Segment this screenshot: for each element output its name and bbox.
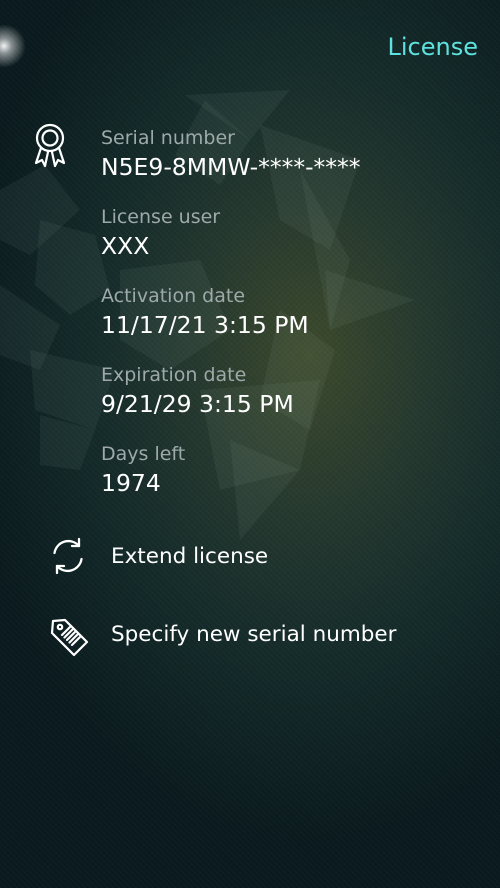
license-user-value: XXX	[101, 232, 150, 260]
activation-date-label: Activation date	[101, 285, 246, 307]
days-left-label: Days left	[101, 443, 186, 465]
light-flare	[0, 24, 26, 68]
activation-date-field: Activation date 11/17/21 3:15 PM	[101, 284, 361, 363]
activation-date-value: 11/17/21 3:15 PM	[101, 311, 309, 339]
page-title: License	[387, 33, 478, 61]
days-left-field: Days left 1974	[101, 442, 361, 521]
serial-number-label: Serial number	[101, 127, 235, 149]
specify-serial-label: Specify new serial number	[111, 621, 397, 647]
expiration-date-field: Expiration date 9/21/29 3:15 PM	[101, 363, 361, 442]
license-details: Serial number N5E9-8MMW-****-**** Licens…	[101, 126, 361, 521]
refresh-icon	[46, 534, 100, 578]
license-user-field: License user XXX	[101, 205, 361, 284]
extend-license-label: Extend license	[111, 543, 269, 569]
license-user-label: License user	[101, 206, 221, 228]
award-ribbon-icon	[34, 123, 66, 168]
days-left-value: 1974	[101, 469, 161, 497]
specify-serial-button[interactable]: Specify new serial number	[46, 606, 466, 662]
expiration-date-value: 9/21/29 3:15 PM	[101, 390, 294, 418]
tag-icon	[46, 612, 100, 657]
serial-number-value: N5E9-8MMW-****-****	[101, 153, 361, 181]
serial-number-field: Serial number N5E9-8MMW-****-****	[101, 126, 361, 205]
license-screen: License Serial number N5E9-8MMW-****-***…	[0, 0, 500, 888]
expiration-date-label: Expiration date	[101, 364, 247, 386]
extend-license-button[interactable]: Extend license	[46, 528, 466, 584]
